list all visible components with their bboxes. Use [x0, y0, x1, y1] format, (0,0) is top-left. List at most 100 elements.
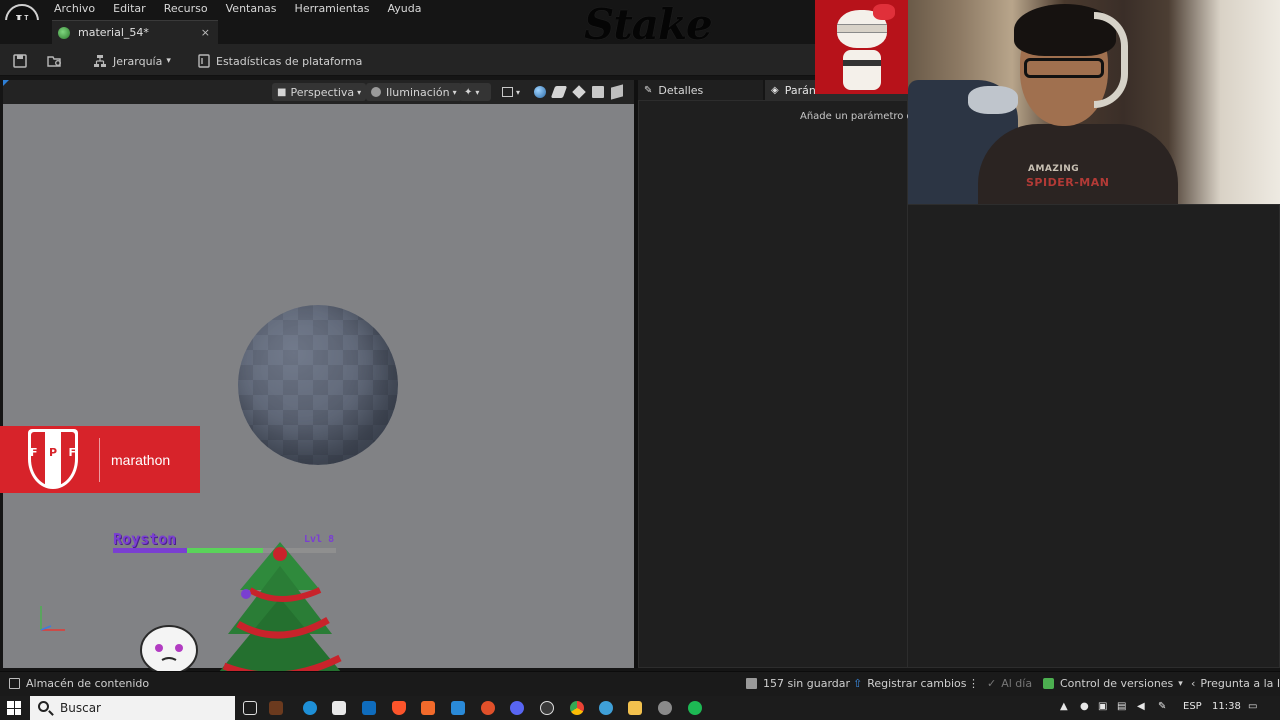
viewport-corner-marker: [3, 80, 9, 86]
kitty-bow: [873, 4, 895, 20]
taskbar-search-input[interactable]: Buscar: [30, 696, 235, 720]
spotify-icon[interactable]: [688, 701, 702, 715]
obs-icon[interactable]: [658, 701, 672, 715]
stats-icon: [198, 54, 210, 68]
webcam-pillow: [968, 86, 1018, 114]
firefox-icon[interactable]: [481, 701, 495, 715]
menu-herramientas[interactable]: Herramientas: [295, 2, 370, 15]
vscode-icon[interactable]: [451, 701, 465, 715]
unreal-editor-window: Archivo Editar Recurso Ventanas Herramie…: [0, 0, 1280, 720]
taskbar-app-game-icon[interactable]: [269, 701, 283, 715]
chevron-down-icon: ▾: [516, 87, 521, 97]
store-icon[interactable]: [332, 701, 346, 715]
plane-preview-icon[interactable]: [550, 86, 568, 98]
fpf-letter-1: F: [30, 446, 38, 459]
menu-items: Archivo Editar Recurso Ventanas Herramie…: [54, 2, 421, 15]
stake-logo: Stake: [584, 0, 713, 49]
player-hp-lost: [113, 548, 187, 553]
kitty-body: [843, 50, 881, 90]
submit-changes-label: Registrar cambios: [867, 677, 967, 690]
material-icon: [58, 26, 70, 39]
clock[interactable]: 11:38: [1212, 701, 1241, 712]
unsaved-button[interactable]: 157 sin guardar: [746, 677, 850, 690]
chevron-down-icon: ▾: [452, 87, 457, 97]
notifications-icon[interactable]: ▭: [1248, 701, 1257, 712]
upload-icon: ⇧: [853, 677, 863, 690]
unreal-taskbar-icon[interactable]: [540, 701, 554, 715]
tab-details[interactable]: ✎ Detalles: [638, 80, 763, 100]
ask-ai-button[interactable]: ‹ Pregunta a la IA: [1191, 677, 1280, 690]
chrome-icon[interactable]: [570, 701, 584, 715]
discord-icon[interactable]: [510, 701, 524, 715]
file-explorer-icon[interactable]: [628, 701, 642, 715]
app-icon[interactable]: [599, 701, 613, 715]
lighting-label: Iluminación: [386, 85, 450, 99]
kitty-overlay-image: [815, 0, 908, 94]
diamond-preview-icon[interactable]: [572, 85, 586, 99]
search-icon: [38, 701, 49, 712]
show-flags-dropdown[interactable]: ✦ ▾: [459, 83, 491, 101]
tab-details-label: Detalles: [658, 83, 704, 97]
layers-icon: ◈: [771, 84, 779, 96]
task-view-icon[interactable]: [243, 701, 257, 715]
tray-chevron-up-icon[interactable]: ▲: [1060, 701, 1068, 712]
hierarchy-label: Jerarquía: [113, 54, 163, 68]
platform-stats-button[interactable]: Estadísticas de plataforma: [198, 52, 362, 70]
cube-preview-icon[interactable]: [592, 86, 604, 98]
version-control-dropdown[interactable]: Control de versiones ▾: [1043, 677, 1183, 690]
network-icon[interactable]: ▤: [1117, 701, 1126, 712]
pencil-icon: ✎: [644, 84, 653, 96]
brave-icon[interactable]: [392, 701, 406, 715]
camera-icon: ■: [277, 86, 287, 98]
ask-ai-label: Pregunta a la IA: [1200, 677, 1280, 690]
lighting-dropdown[interactable]: Iluminación ▾: [366, 83, 462, 101]
microphone-icon[interactable]: ●: [1080, 701, 1089, 712]
pixel-christmas-tree-icon: [214, 542, 346, 686]
outlook-icon[interactable]: [362, 701, 376, 715]
windows-taskbar: Buscar ▲ ● ▣ ▤ ◀ ✎ ESP 11:38 ▭: [0, 696, 1280, 720]
preview-mesh-dropdown[interactable]: ▾: [497, 83, 527, 101]
office-icon[interactable]: [421, 701, 435, 715]
wand-icon: ✦: [464, 86, 473, 98]
menu-ayuda[interactable]: Ayuda: [387, 2, 421, 15]
details-panel: [638, 100, 908, 668]
browse-button[interactable]: [47, 52, 63, 70]
unsaved-label: 157 sin guardar: [763, 677, 851, 690]
kitty-blindfold: [837, 24, 887, 33]
menu-recurso[interactable]: Recurso: [164, 2, 208, 15]
fpf-letter-2: P: [48, 446, 58, 459]
player-name: Royston: [113, 530, 177, 548]
kitty-belt: [843, 60, 881, 66]
tab-material-label: material_54*: [78, 26, 149, 39]
tray-app-icon[interactable]: ▣: [1098, 701, 1107, 712]
volume-icon[interactable]: ◀: [1137, 701, 1145, 712]
sphere-preview-icon[interactable]: [534, 86, 546, 98]
menu-ventanas[interactable]: Ventanas: [226, 2, 277, 15]
edge-icon[interactable]: [303, 701, 317, 715]
menu-editar[interactable]: Editar: [113, 2, 146, 15]
axis-gizmo-icon: [40, 606, 65, 631]
platform-stats-label: Estadísticas de plataforma: [216, 54, 363, 68]
webcam-glasses: [1024, 58, 1104, 78]
image-icon: [502, 87, 513, 97]
more-options-icon[interactable]: ⋮: [968, 677, 979, 690]
status-bar: Almacén de contenido 157 sin guardar ⇧ R…: [0, 671, 1280, 696]
language-indicator[interactable]: ESP: [1183, 701, 1202, 712]
banner-separator: [99, 438, 100, 482]
cylinder-preview-icon[interactable]: [611, 84, 623, 100]
shirt-text: AMAZING: [1028, 164, 1080, 174]
pen-icon[interactable]: ✎: [1158, 701, 1166, 712]
close-tab-icon[interactable]: ×: [201, 26, 210, 39]
save-button[interactable]: [13, 52, 27, 70]
unsaved-icon: [746, 678, 757, 689]
hierarchy-button[interactable]: Jerarquía ▾: [93, 52, 171, 70]
submit-changes-button[interactable]: ⇧ Registrar cambios: [853, 677, 967, 690]
windows-start-icon[interactable]: [7, 701, 21, 715]
content-browser-button[interactable]: Almacén de contenido: [9, 677, 149, 690]
source-control-icon: [1043, 678, 1054, 689]
fpf-letter-3: F: [68, 446, 76, 459]
perspective-dropdown[interactable]: ■ Perspectiva ▾: [272, 83, 367, 101]
hierarchy-icon: [94, 55, 106, 67]
menu-archivo[interactable]: Archivo: [54, 2, 95, 15]
tab-material[interactable]: material_54* ×: [52, 20, 218, 44]
